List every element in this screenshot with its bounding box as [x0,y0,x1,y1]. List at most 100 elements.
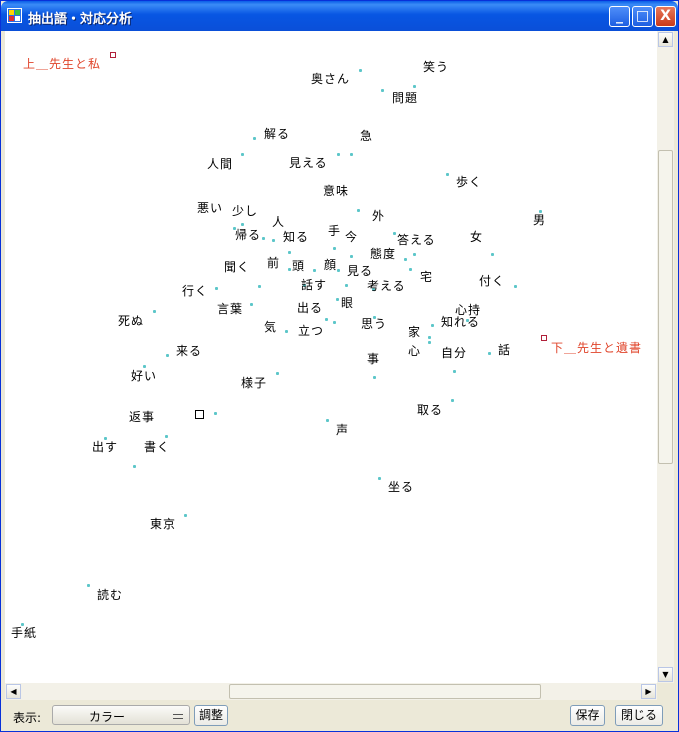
data-point [393,232,396,235]
data-point [153,310,156,313]
horizontal-scroll-thumb[interactable] [229,684,541,699]
maximize-button[interactable]: □ [632,6,653,27]
point-label: 心 [408,344,422,358]
data-point [409,268,412,271]
scroll-right-icon[interactable]: ▶ [641,684,656,699]
data-point [325,318,328,321]
point-label: 見える [289,156,328,170]
point-label: 今 [345,230,359,244]
variable-marker [541,335,547,341]
point-label: 急 [360,129,374,143]
variable-label: 上＿先生と私 [23,57,102,71]
point-label: 奥さん [311,72,351,86]
point-label: 外 [372,209,386,223]
correspondence-analysis-window: 抽出語・対応分析 _ □ X 奥さん 笑う 問題 解る 急人間 見える 歩く 意味男 悪い 少し 外… [0,0,679,732]
display-label: 表示: [13,711,42,725]
point-label: 出す [92,440,119,454]
data-point [431,324,434,327]
minimize-button[interactable]: _ [609,6,630,27]
data-point [378,477,381,480]
data-point [381,89,384,92]
data-point [285,330,288,333]
point-label: 人間 [207,157,234,171]
point-label: 笑う [423,60,450,74]
point-label: 来る [176,344,203,358]
data-point [413,85,416,88]
point-label: 少し [232,204,259,218]
scrollbar-corner [657,683,674,700]
data-point [373,376,376,379]
data-point [451,399,454,402]
data-point [333,247,336,250]
point-label: 立つ [298,324,325,338]
data-point [288,251,291,254]
point-label: 家 [408,325,422,339]
close-window-button[interactable]: X [655,6,676,27]
point-label: 事 [367,352,381,366]
data-point [337,153,340,156]
bottom-toolbar: 表示: カラー 調整 保存 閉じる [1,701,678,731]
data-point [262,237,265,240]
origin-marker [195,410,204,419]
close-button[interactable]: 閉じる [615,705,663,726]
point-label: 書く [144,440,171,454]
data-point [428,341,431,344]
point-label: 眼 [341,296,355,310]
scroll-down-icon[interactable]: ▼ [658,667,673,682]
point-label: 頭 [292,259,306,273]
point-label: 気 [264,320,278,334]
adjust-button[interactable]: 調整 [194,705,228,726]
data-point [272,239,275,242]
data-point [514,285,517,288]
vertical-scroll-thumb[interactable] [658,150,673,464]
data-point [350,255,353,258]
point-label: 死ぬ [118,314,145,328]
point-label: 自分 [441,346,468,360]
data-point [276,372,279,375]
data-point [184,514,187,517]
point-label: 好い [131,369,158,383]
scroll-up-icon[interactable]: ▲ [658,32,673,47]
point-label: 出る [297,301,324,315]
point-label: 女 [470,230,484,244]
data-point [250,303,253,306]
point-label: 男 [533,213,547,227]
data-point [253,137,256,140]
point-label: 宅 [420,270,434,284]
display-mode-select[interactable]: カラー [52,705,190,725]
point-label: 解る [264,127,291,141]
point-label: 手 [328,224,342,238]
point-label: 知る [283,230,310,244]
data-point [241,153,244,156]
data-point [413,253,416,256]
point-label: 前 [267,256,281,270]
data-point [214,412,217,415]
data-point [491,253,494,256]
save-button[interactable]: 保存 [570,705,605,726]
data-point [333,321,336,324]
point-label: 問題 [392,91,419,105]
app-icon [7,8,22,23]
data-point [345,284,348,287]
point-label: 帰る [235,228,262,242]
point-label: 話 [498,343,512,357]
scroll-left-icon[interactable]: ◀ [6,684,21,699]
point-label: 東京 [150,517,177,531]
data-point [446,173,449,176]
data-point [336,298,339,301]
vertical-scrollbar[interactable]: ▲ ▼ [657,31,674,683]
point-label: 話す [301,278,328,292]
data-point [133,465,136,468]
point-label: 思う [361,317,388,331]
point-label: 態度 [370,247,397,261]
data-point [166,354,169,357]
point-label: 聞く [224,260,251,274]
data-point [357,209,360,212]
data-point [404,258,407,261]
point-label: 読む [97,588,124,602]
point-label: 様子 [241,376,268,390]
data-point [350,153,353,156]
data-point [428,336,431,339]
data-point [313,269,316,272]
horizontal-scrollbar[interactable]: ◀ ▶ [5,683,657,700]
